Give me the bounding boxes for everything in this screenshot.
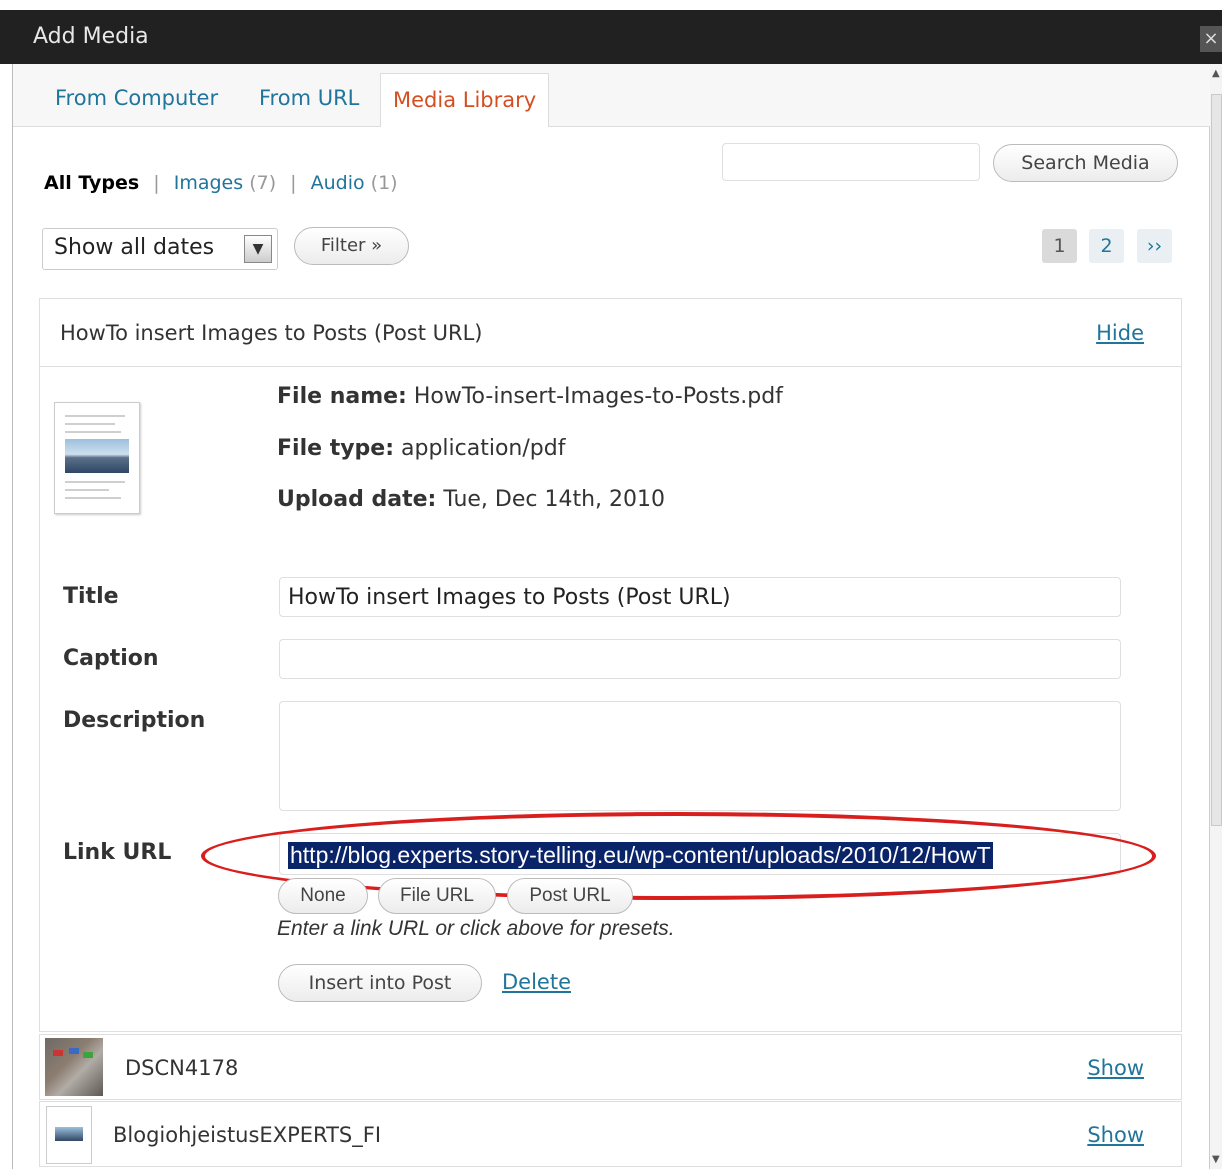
date-select[interactable]: Show all dates ▼ xyxy=(42,228,278,270)
upload-date-value: Tue, Dec 14th, 2010 xyxy=(443,487,666,512)
type-filter-links: All Types | Images (7) | Audio (1) xyxy=(44,172,398,194)
scroll-down-icon[interactable]: ▼ xyxy=(1212,1154,1220,1165)
list-item: DSCN4178 Show xyxy=(39,1034,1182,1100)
images-count: (7) xyxy=(249,172,277,194)
hide-link[interactable]: Hide xyxy=(1096,321,1144,345)
upload-date-label: Upload date: xyxy=(277,487,437,512)
filter-button[interactable]: Filter » xyxy=(294,227,409,265)
date-select-value: Show all dates xyxy=(54,235,215,260)
document-thumbnail xyxy=(46,1106,92,1164)
link-file-url-button[interactable]: File URL xyxy=(378,878,496,914)
insert-into-post-button[interactable]: Insert into Post xyxy=(278,964,482,1002)
tab-media-library[interactable]: Media Library xyxy=(380,73,550,127)
link-post-url-button[interactable]: Post URL xyxy=(507,878,633,914)
link-none-button[interactable]: None xyxy=(278,878,368,914)
page-1: 1 xyxy=(1042,229,1077,263)
scroll-up-icon[interactable]: ▲ xyxy=(1212,68,1220,79)
description-textarea[interactable] xyxy=(279,701,1121,811)
page-2-link[interactable]: 2 xyxy=(1089,229,1124,263)
title-input[interactable]: HowTo insert Images to Posts (Post URL) xyxy=(279,577,1121,617)
close-icon[interactable]: × xyxy=(1200,26,1222,52)
audio-count: (1) xyxy=(370,172,398,194)
media-item-header: HowTo insert Images to Posts (Post URL) … xyxy=(40,299,1181,367)
tab-from-computer[interactable]: From Computer xyxy=(55,86,218,110)
dialog-titlebar: Add Media × xyxy=(0,0,1222,64)
left-edge xyxy=(0,64,13,1169)
delete-link[interactable]: Delete xyxy=(502,970,571,994)
filter-separator: | xyxy=(290,172,297,194)
list-item: BlogiohjeistusEXPERTS_FI Show xyxy=(39,1101,1182,1167)
media-item-name: DSCN4178 xyxy=(125,1056,239,1080)
file-name-value: HowTo-insert-Images-to-Posts.pdf xyxy=(413,384,783,409)
file-type-value: application/pdf xyxy=(401,436,566,461)
link-url-label: Link URL xyxy=(63,840,172,865)
show-link[interactable]: Show xyxy=(1087,1056,1144,1080)
title-input-value: HowTo insert Images to Posts (Post URL) xyxy=(288,585,731,610)
filter-all-types: All Types xyxy=(44,172,140,194)
file-type-row: File type: application/pdf xyxy=(277,436,565,461)
search-media-button[interactable]: Search Media xyxy=(993,144,1178,182)
title-label: Title xyxy=(63,584,119,609)
tab-from-url[interactable]: From URL xyxy=(259,86,359,110)
filter-images-link[interactable]: Images xyxy=(174,172,243,194)
chevron-down-icon[interactable]: ▼ xyxy=(244,235,272,263)
link-url-hint: Enter a link URL or click above for pres… xyxy=(277,917,675,940)
tab-bar: From Computer From URL Media Library xyxy=(13,64,1210,127)
file-name-label: File name: xyxy=(277,384,407,409)
next-page-link[interactable]: ›› xyxy=(1137,229,1172,263)
scrollbar-thumb[interactable] xyxy=(1211,94,1222,826)
pdf-thumbnail xyxy=(54,402,140,514)
dialog-title: Add Media xyxy=(33,24,149,49)
media-item-name: BlogiohjeistusEXPERTS_FI xyxy=(113,1123,382,1147)
description-label: Description xyxy=(63,708,206,733)
caption-label: Caption xyxy=(63,646,159,671)
media-item-title: HowTo insert Images to Posts (Post URL) xyxy=(60,321,483,345)
filter-separator: | xyxy=(153,172,160,194)
file-name-row: File name: HowTo-insert-Images-to-Posts.… xyxy=(277,384,783,409)
show-link[interactable]: Show xyxy=(1087,1123,1144,1147)
photo-thumbnail xyxy=(45,1038,103,1096)
upload-date-row: Upload date: Tue, Dec 14th, 2010 xyxy=(277,487,665,512)
caption-input[interactable] xyxy=(279,639,1121,679)
file-type-label: File type: xyxy=(277,436,395,461)
search-input[interactable] xyxy=(722,143,980,181)
filter-audio-link[interactable]: Audio xyxy=(311,172,365,194)
scrollbar[interactable]: ▲ ▼ xyxy=(1209,64,1222,1169)
